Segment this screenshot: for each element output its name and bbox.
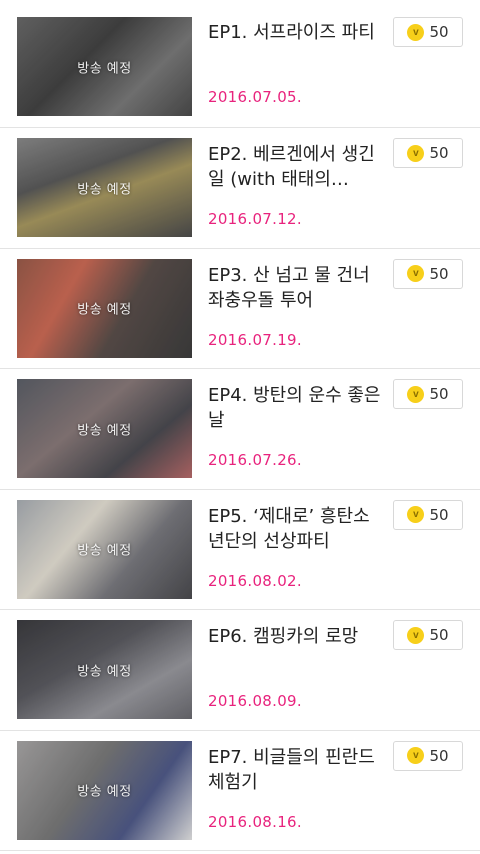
thumbnail-status-label: 방송 예정 [77,61,132,76]
coin-icon: v [407,747,425,764]
price-button[interactable]: v 50 [393,17,463,47]
episode-date: 2016.07.26. [208,451,302,469]
episode-title[interactable]: EP7. 비글들의 핀란드 체험기 [208,745,386,795]
price-button[interactable]: v 50 [393,138,463,168]
thumbnail-status-label: 방송 예정 [77,302,132,318]
coin-icon: v [407,385,425,403]
episode-date: 2016.08.16. [208,812,302,831]
episode-thumbnail[interactable]: 방송 예정 [17,379,192,478]
episode-title[interactable]: EP2. 베르겐에서 생긴 일 (with 태태의… [208,142,386,192]
episode-row[interactable]: 방송 예정 EP1. 서프라이즈 파티 2016.07.05. v 50 [0,0,480,128]
price-button[interactable]: v 50 [393,258,463,289]
episode-title[interactable]: EP4. 방탄의 운수 좋은 날 [208,383,386,433]
episode-thumbnail[interactable]: 방송 예정 [17,499,192,599]
episode-row[interactable]: 방송 예정 EP3. 산 넘고 물 건너 좌충우돌 투어 2016.07.19.… [0,249,480,369]
coin-icon: v [407,626,425,644]
episode-date: 2016.08.09. [208,692,302,710]
price-button[interactable]: v 50 [393,379,463,409]
episode-date: 2016.07.05. [208,88,302,106]
episode-title[interactable]: EP5. ‘제대로’ 흥탄소년단의 선상파티 [208,504,386,554]
episode-thumbnail[interactable]: 방송 예정 [17,138,192,237]
episode-date: 2016.08.02. [208,571,302,590]
price-value: 50 [429,746,449,765]
price-value: 50 [429,264,449,283]
episode-title[interactable]: EP1. 서프라이즈 파티 [208,20,386,45]
episode-thumbnail[interactable]: 방송 예정 [17,620,192,719]
price-button[interactable]: v 50 [393,740,463,771]
thumbnail-status-label: 방송 예정 [77,543,132,559]
coin-icon: v [407,144,425,162]
price-value: 50 [429,23,449,41]
episode-date: 2016.07.12. [208,210,302,228]
thumbnail-status-label: 방송 예정 [77,664,132,679]
coin-icon: v [407,506,425,523]
thumbnail-status-label: 방송 예정 [77,423,132,438]
episode-row[interactable]: 방송 예정 EP5. ‘제대로’ 흥탄소년단의 선상파티 2016.08.02.… [0,490,480,610]
episode-thumbnail[interactable]: 방송 예정 [17,258,192,358]
episode-title[interactable]: EP6. 캠핑카의 로망 [208,624,386,649]
thumbnail-status-label: 방송 예정 [77,182,132,197]
episode-list: 방송 예정 EP1. 서프라이즈 파티 2016.07.05. v 50 방송 … [0,0,480,854]
coin-icon: v [407,265,425,282]
episode-date: 2016.07.19. [208,330,302,349]
price-value: 50 [429,144,449,162]
episode-title[interactable]: EP3. 산 넘고 물 건너 좌충우돌 투어 [208,263,386,313]
price-button[interactable]: v 50 [393,499,463,530]
thumbnail-status-label: 방송 예정 [77,784,132,800]
episode-row[interactable]: 방송 예정 EP2. 베르겐에서 생긴 일 (with 태태의… 2016.07… [0,128,480,249]
episode-thumbnail[interactable]: 방송 예정 [17,740,192,840]
price-value: 50 [429,626,449,644]
episode-thumbnail[interactable]: 방송 예정 [17,17,192,116]
episode-row[interactable]: 방송 예정 EP7. 비글들의 핀란드 체험기 2016.08.16. v 50 [0,731,480,851]
price-button[interactable]: v 50 [393,620,463,650]
price-value: 50 [429,505,449,524]
episode-row[interactable]: 방송 예정 EP4. 방탄의 운수 좋은 날 2016.07.26. v 50 [0,369,480,490]
price-value: 50 [429,385,449,403]
coin-icon: v [407,23,425,41]
episode-row[interactable]: 방송 예정 EP6. 캠핑카의 로망 2016.08.09. v 50 [0,610,480,731]
